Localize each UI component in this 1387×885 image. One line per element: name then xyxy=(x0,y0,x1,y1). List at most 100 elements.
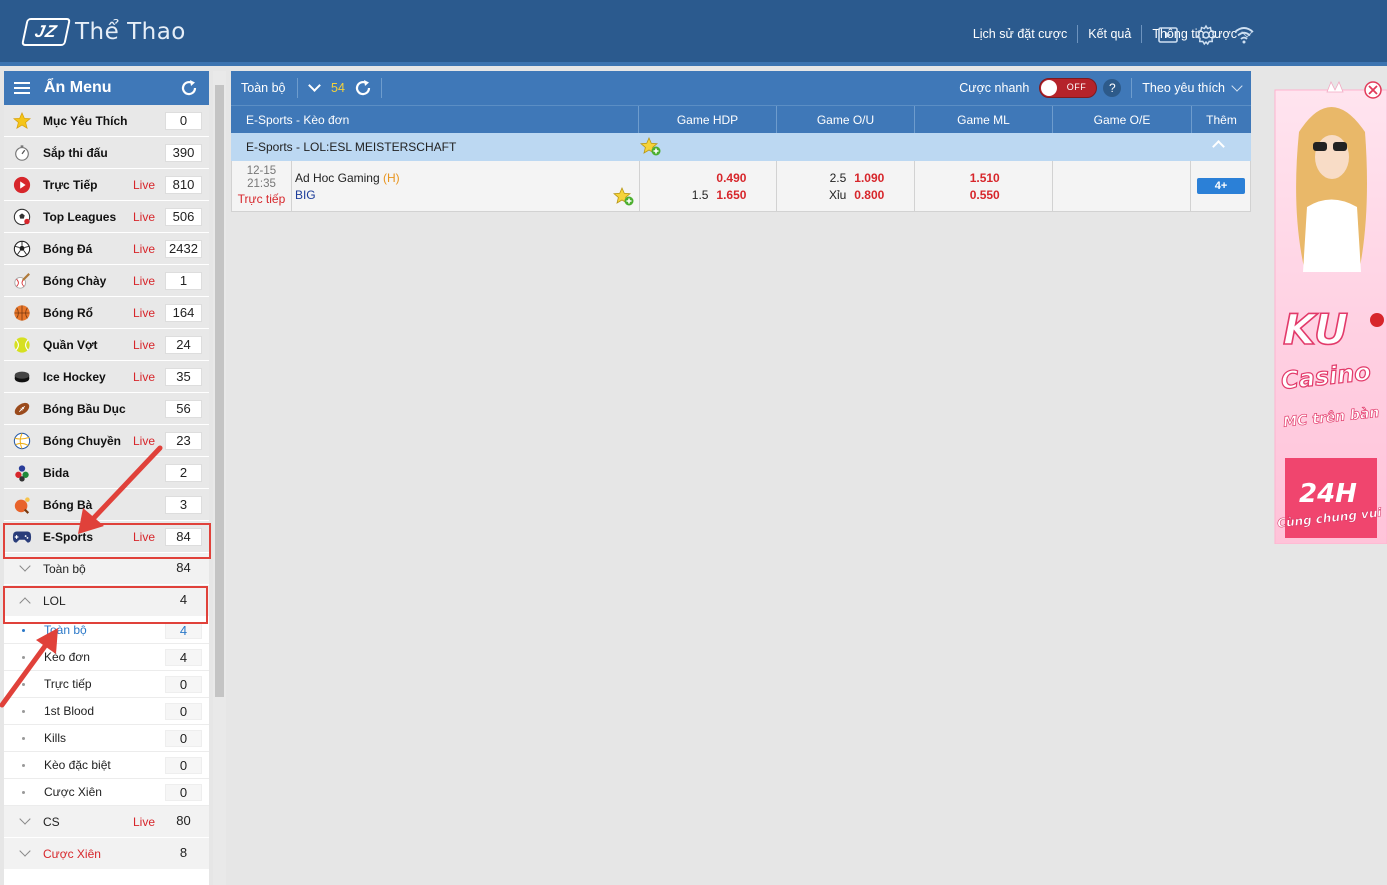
sub-item-label: Kills xyxy=(44,731,67,745)
league-name: E-Sports - LOL:ESL MEISTERSCHAFT xyxy=(246,140,457,154)
sub-item-label: Cược Xiên xyxy=(43,846,101,861)
match-count: 54 xyxy=(331,81,345,95)
count-badge: 1 xyxy=(165,271,202,290)
gear-icon[interactable] xyxy=(1195,24,1217,46)
menu-icon xyxy=(14,82,30,94)
column-header: Game ML xyxy=(914,106,1052,133)
sub-item-label: CS xyxy=(43,814,60,829)
league-row[interactable]: E-Sports - LOL:ESL MEISTERSCHAFT xyxy=(231,133,1251,161)
toolbar-right: Cược nhanh OFF ? Theo yêu thích xyxy=(959,78,1243,98)
add-favorite-star-icon[interactable] xyxy=(612,187,635,207)
more-markets-button[interactable]: 4+ xyxy=(1197,178,1246,194)
lol-kills-item[interactable]: Kills 0 xyxy=(4,725,209,752)
odds-button[interactable]: 1.510 xyxy=(968,170,1000,187)
bullet xyxy=(22,736,25,740)
nav-bet-history[interactable]: Lịch sử đặt cược xyxy=(973,27,1067,41)
chevron-down-icon xyxy=(19,813,31,825)
more-cell: 4+ xyxy=(1190,161,1250,211)
odds-button[interactable]: 0.490 xyxy=(714,170,746,187)
wifi-icon[interactable] xyxy=(1233,24,1255,46)
nav-results[interactable]: Kết quả xyxy=(1088,27,1131,41)
sidebar-item-top-leagues[interactable]: Top Leagues Live 506 xyxy=(4,201,209,233)
chevron-down-icon xyxy=(19,845,31,857)
count-badge: 0 xyxy=(165,783,202,801)
divider xyxy=(1077,25,1079,43)
basketball-icon xyxy=(12,303,32,323)
sidebar-item-favorites[interactable]: Mục Yêu Thích 0 xyxy=(4,105,209,137)
live-label: Live xyxy=(133,177,156,192)
add-favorite-star-icon[interactable] xyxy=(640,137,662,157)
divider xyxy=(1141,25,1143,43)
divider xyxy=(1131,78,1133,98)
logo[interactable]: JZ Thể Thao xyxy=(21,18,186,46)
count-badge: 810 xyxy=(165,175,202,194)
odds-button[interactable]: 0.550 xyxy=(968,187,1000,204)
chevron-down-icon[interactable] xyxy=(308,79,321,92)
bullet xyxy=(22,790,25,794)
chevron-down-icon xyxy=(1231,79,1243,92)
sidebar-scrollbar[interactable] xyxy=(213,71,226,885)
column-header: E-Sports - Kèo đơn xyxy=(246,112,350,127)
tennis-ball-icon xyxy=(12,335,32,355)
match-date: 12-15 xyxy=(246,165,277,177)
odds-button[interactable]: 1.090 xyxy=(852,170,884,187)
sidebar-item-upcoming[interactable]: Sắp thi đấu 390 xyxy=(4,137,209,169)
casino-ad-banner[interactable]: KU Casino MC trên bàn 24H Cùng chung vui xyxy=(1269,72,1387,544)
quick-bet-label: Cược nhanh xyxy=(959,81,1030,95)
refresh-icon[interactable] xyxy=(353,78,373,98)
hockey-puck-icon xyxy=(12,367,32,387)
match-teams: Ad Hoc Gaming (H) BIG xyxy=(290,161,639,211)
toggle-knob xyxy=(1041,80,1058,96)
column-header: Game O/E xyxy=(1052,106,1191,133)
table-header: E-Sports - Kèo đơn Game HDP Game O/U Gam… xyxy=(231,105,1251,133)
scrollbar-thumb[interactable] xyxy=(215,85,224,697)
odds-button[interactable]: 0.800 xyxy=(852,187,884,204)
odds-button[interactable]: 1.650 xyxy=(714,187,746,204)
hdp-odds: 0.490 1.5 1.650 xyxy=(638,161,777,211)
play-icon[interactable] xyxy=(1157,24,1179,46)
ou-line: 2.5 xyxy=(829,171,847,185)
count-badge: 24 xyxy=(165,335,202,354)
match-clock: 21:35 xyxy=(247,178,276,190)
lol-special-item[interactable]: Kèo đặc biệt 0 xyxy=(4,752,209,779)
live-label: Live xyxy=(133,814,156,829)
count-badge: 0 xyxy=(165,111,202,130)
annotation-arrows xyxy=(0,445,163,708)
sidebar-header[interactable]: Ẩn Menu xyxy=(4,71,209,105)
live-play-icon xyxy=(12,175,32,195)
ad-brand: KU xyxy=(1283,305,1348,354)
count-badge: 56 xyxy=(165,399,202,418)
sidebar-item-basketball[interactable]: Bóng Rổ Live 164 xyxy=(4,297,209,329)
sidebar-item-ice-hockey[interactable]: Ice Hockey Live 35 xyxy=(4,361,209,393)
sidebar-item-football[interactable]: Bóng Đá Live 2432 xyxy=(4,233,209,265)
home-tag: (H) xyxy=(382,171,400,185)
cs-item[interactable]: CS Live 80 xyxy=(4,806,209,838)
help-icon[interactable]: ? xyxy=(1103,79,1122,97)
live-label: Live xyxy=(133,273,156,288)
collapse-icon[interactable] xyxy=(1212,140,1225,153)
count-badge: 164 xyxy=(165,303,202,322)
live-label: Live xyxy=(133,337,156,352)
count-badge: 0 xyxy=(165,756,202,774)
soccer-ball-icon xyxy=(12,207,32,227)
parlay-item[interactable]: Cược Xiên 8 xyxy=(4,838,209,870)
hide-menu-label: Ẩn Menu xyxy=(44,79,112,96)
match-time: 12-15 21:35 Trực tiếp xyxy=(232,161,291,211)
home-team: Ad Hoc Gaming xyxy=(294,171,380,185)
sub-item-label: Cược Xiên xyxy=(44,785,102,799)
sidebar-item-live[interactable]: Trực Tiếp Live 810 xyxy=(4,169,209,201)
quick-bet-toggle[interactable]: OFF xyxy=(1039,78,1098,98)
sidebar-item-tennis[interactable]: Quần Vợt Live 24 xyxy=(4,329,209,361)
sort-select[interactable]: Theo yêu thích xyxy=(1142,81,1225,95)
filter-all[interactable]: Toàn bộ xyxy=(231,78,298,98)
count-badge: 390 xyxy=(165,143,202,162)
live-label: Live xyxy=(133,305,156,320)
lol-parlay-item[interactable]: Cược Xiên 0 xyxy=(4,779,209,806)
refresh-icon[interactable] xyxy=(179,78,199,98)
count-badge: 80 xyxy=(176,812,191,828)
star-icon xyxy=(12,111,32,131)
sidebar-item-rugby[interactable]: Bóng Bầu Dục 56 xyxy=(4,393,209,425)
sidebar-item-baseball[interactable]: Bóng Chày Live 1 xyxy=(4,265,209,297)
count-badge: 35 xyxy=(165,367,202,386)
ml-odds: 1.510 0.550 xyxy=(914,161,1052,211)
